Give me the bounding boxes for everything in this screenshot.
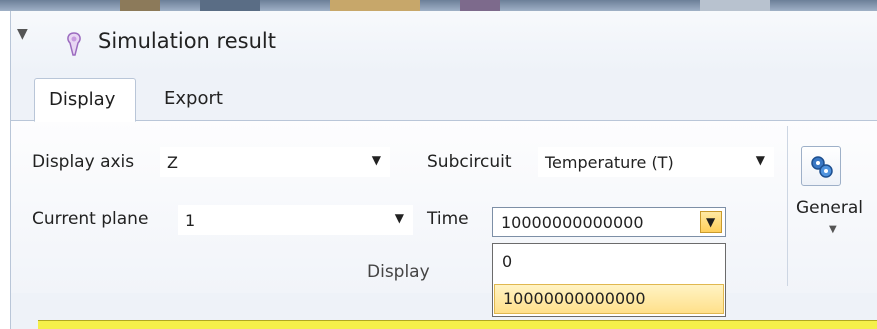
chevron-down-icon: ▼ [394,211,404,225]
chevron-down-icon[interactable]: ▼ [829,224,837,235]
display-axis-select[interactable]: Z ▼ [160,147,390,177]
subcircuit-value: Temperature (T) [545,153,674,172]
time-value: 10000000000000 [501,213,644,232]
tab-bar [10,73,877,121]
group-divider [787,126,788,286]
gear-cluster-icon [811,156,833,178]
chevron-down-icon: ▼ [706,215,716,229]
result-grid-strip [38,320,877,329]
display-axis-label: Display axis [32,152,135,172]
panel-title: Simulation result [98,29,276,53]
time-label: Time [427,209,469,229]
time-option-selected[interactable]: 10000000000000 [494,284,724,314]
display-group-label: Display [367,262,430,282]
subcircuit-select[interactable]: Temperature (T) ▼ [538,147,774,177]
chevron-down-icon: ▼ [371,153,381,167]
chevron-down-icon: ▼ [755,153,765,167]
display-axis-value: Z [167,153,178,172]
subcircuit-label: Subcircuit [427,152,512,172]
collapse-arrow-icon[interactable]: ▼ [17,26,28,42]
current-plane-value: 1 [185,211,196,230]
time-option[interactable]: 0 [494,248,724,278]
time-dropdown-button[interactable]: ▼ [700,211,722,233]
simulation-icon [67,32,81,56]
current-plane-label: Current plane [32,209,149,229]
current-plane-select[interactable]: 1 ▼ [178,205,413,235]
general-group-label[interactable]: General [796,198,863,218]
window-top-strip [0,0,877,11]
tab-export[interactable]: Export [150,78,237,122]
general-button[interactable] [801,146,841,186]
tab-display[interactable]: Display [34,78,136,122]
time-options-list: 0 10000000000000 [492,243,726,317]
time-select[interactable]: 10000000000000 ▼ [492,207,726,237]
